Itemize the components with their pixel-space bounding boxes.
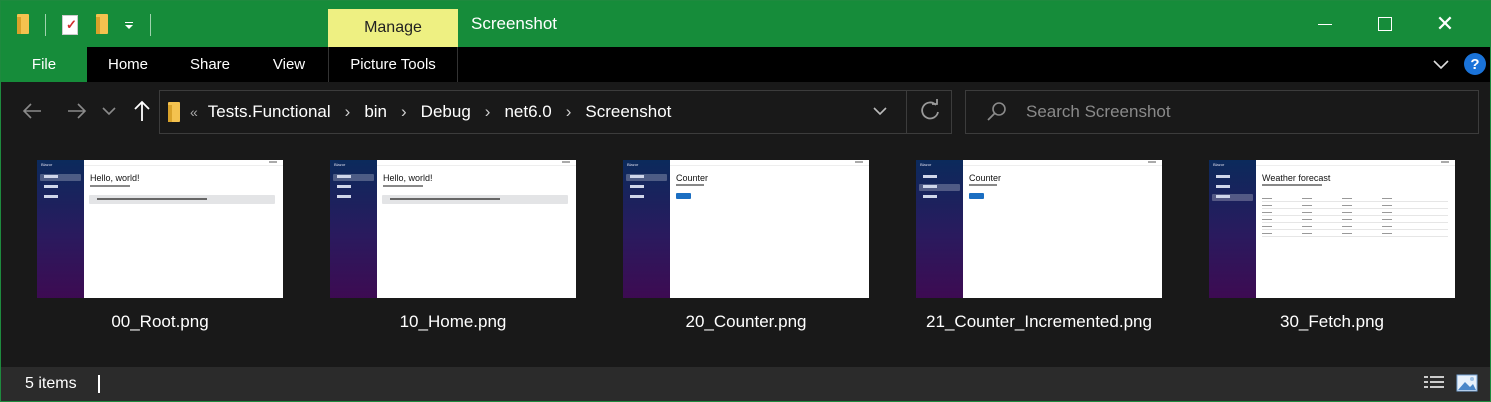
tab-view[interactable]: View [251,47,327,82]
tab-share[interactable]: Share [169,47,251,82]
ribbon-tabs: File Home Share View Picture Tools ? [1,47,1490,82]
tab-manage[interactable]: Manage [328,9,458,47]
up-button[interactable] [127,96,157,126]
toolbar-divider [150,14,151,36]
thumbnail-image: Blazor Counter [623,160,869,298]
toolbar-divider [45,14,46,36]
minimize-icon [1318,23,1332,25]
file-name[interactable]: 30_Fetch.png [1209,312,1455,332]
thumbnail-image: Blazor Counter [916,160,1162,298]
file-name[interactable]: 21_Counter_Incremented.png [916,312,1162,332]
window-title: Screenshot [471,14,557,33]
file-view: Blazor Hello, world! 00_Root.png Blazor … [1,142,1490,367]
file-name[interactable]: 10_Home.png [330,312,576,332]
breadcrumb-screenshot[interactable]: Screenshot [585,102,671,122]
thumbnail-image: Blazor Hello, world! [37,160,283,298]
thumbnail-image: Blazor Hello, world! [330,160,576,298]
folder-icon [168,102,182,124]
back-button[interactable] [17,96,47,126]
address-divider [906,91,907,133]
tab-picture-tools[interactable]: Picture Tools [328,47,458,82]
navigation-bar: « Tests.Functional › bin › Debug › net6.… [1,82,1490,142]
thumbnail-heading: Hello, world! [90,173,140,183]
new-folder-icon[interactable] [96,11,110,39]
status-bar: 5 items [1,367,1490,401]
file-name[interactable]: 20_Counter.png [623,312,869,332]
status-divider [98,375,100,393]
breadcrumb: « Tests.Functional › bin › Debug › net6.… [190,91,671,133]
help-icon[interactable]: ? [1464,53,1486,75]
title-bar[interactable]: Manage Screenshot ✕ [1,1,1490,47]
search-input[interactable]: Search Screenshot [1026,102,1171,122]
chevron-right-icon[interactable]: › [566,102,572,122]
item-count: 5 items [25,375,77,392]
explorer-window: Manage Screenshot ✕ File Home Share View… [0,0,1491,402]
maximize-icon [1378,17,1392,31]
overflow-icon[interactable]: « [190,104,198,120]
breadcrumb-debug[interactable]: Debug [421,102,471,122]
chevron-right-icon[interactable]: › [401,102,407,122]
refresh-icon[interactable] [919,97,941,123]
large-icons-view-icon[interactable] [1456,374,1478,392]
tab-home[interactable]: Home [87,47,169,82]
maximize-button[interactable] [1355,1,1415,47]
thumbnail-image: Blazor Weather forecast [1209,160,1455,298]
thumbnail-heading: Counter [969,173,1002,183]
forward-button[interactable] [62,96,92,126]
address-bar[interactable]: « Tests.Functional › bin › Debug › net6.… [159,90,952,134]
arrow-right-icon [68,103,87,119]
tab-file[interactable]: File [1,47,87,82]
chevron-down-icon [102,107,116,116]
file-item[interactable]: Blazor Hello, world! 00_Root.png [37,160,283,332]
file-item[interactable]: Blazor Counter 21_Counter_Incremented.pn… [916,160,1162,332]
search-icon [987,102,1006,121]
recent-locations-button[interactable] [97,96,121,126]
breadcrumb-bin[interactable]: bin [364,102,387,122]
search-box[interactable]: Search Screenshot [965,90,1479,134]
customize-quick-access-icon[interactable] [124,11,134,39]
breadcrumb-net6[interactable]: net6.0 [504,102,551,122]
address-dropdown-icon[interactable] [872,101,888,121]
chevron-right-icon[interactable]: › [485,102,491,122]
file-name[interactable]: 00_Root.png [37,312,283,332]
chevron-right-icon[interactable]: › [345,102,351,122]
file-item[interactable]: Blazor Weather forecast 30_Fetch.png [1209,160,1455,332]
thumbnail-heading: Weather forecast [1262,173,1331,183]
close-button[interactable]: ✕ [1415,1,1475,47]
arrow-left-icon [22,103,41,119]
details-view-icon[interactable] [1423,374,1445,392]
minimize-button[interactable] [1295,1,1355,47]
file-item[interactable]: Blazor Hello, world! 10_Home.png [330,160,576,332]
thumbnail-heading: Hello, world! [383,173,433,183]
properties-icon[interactable] [62,11,78,39]
file-item[interactable]: Blazor Counter 20_Counter.png [623,160,869,332]
arrow-up-icon [134,100,150,121]
close-icon: ✕ [1435,11,1455,36]
expand-ribbon-icon[interactable] [1433,56,1449,72]
thumbnail-heading: Counter [676,173,709,183]
breadcrumb-tests-functional[interactable]: Tests.Functional [208,102,331,122]
folder-icon [17,11,31,39]
